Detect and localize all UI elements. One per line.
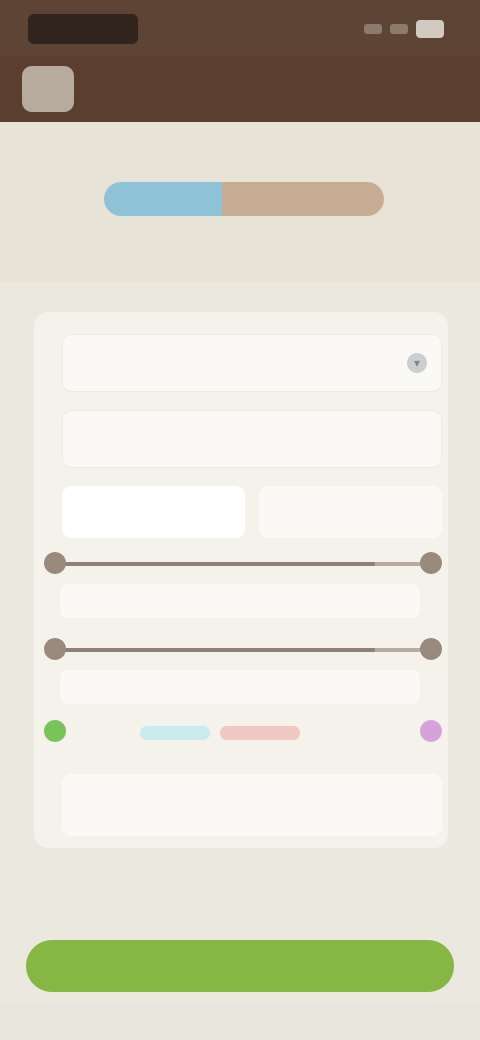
slider-fill [54,562,376,566]
segmented-toggle [104,182,384,216]
note-field[interactable] [62,774,442,836]
slider-value-label [60,584,420,618]
range-slider-1[interactable] [40,552,442,626]
secondary-link[interactable] [170,878,310,898]
color-band-pink[interactable] [220,726,300,740]
slider-handle-right[interactable] [420,638,442,660]
header-left-label[interactable] [96,144,236,158]
signal-icon [364,24,382,34]
text-input[interactable] [62,410,442,468]
status-time [28,14,138,44]
radio-option-1[interactable] [62,486,245,538]
header-right-label[interactable] [300,144,420,158]
chevron-down-icon[interactable]: ▾ [407,353,427,373]
color-picker-row [40,714,450,754]
slider-value-label [60,670,420,704]
status-icons [348,20,444,38]
category-select[interactable]: ▾ [62,334,442,392]
bottom-area [0,1004,480,1040]
app-title [172,76,302,96]
radio-option-2[interactable] [259,486,442,538]
battery-icon [416,20,444,38]
form-card: ▾ [34,312,448,848]
status-bar [0,0,480,56]
app-logo-icon[interactable] [22,66,74,112]
color-swatch-purple[interactable] [420,720,442,742]
color-band-cyan[interactable] [140,726,210,740]
range-slider-2[interactable] [40,638,442,712]
wifi-icon [390,24,408,34]
app-bar [0,56,480,122]
color-swatch-green[interactable] [44,720,66,742]
slider-fill [54,648,376,652]
slider-handle-left[interactable] [44,552,66,574]
radio-group [62,486,442,538]
slider-handle-right[interactable] [420,552,442,574]
color-caption [160,750,330,764]
slider-handle-left[interactable] [44,638,66,660]
primary-button[interactable] [26,940,454,992]
header-band [0,122,480,282]
segment-option-1[interactable] [104,182,222,216]
segment-option-2[interactable] [222,182,384,216]
